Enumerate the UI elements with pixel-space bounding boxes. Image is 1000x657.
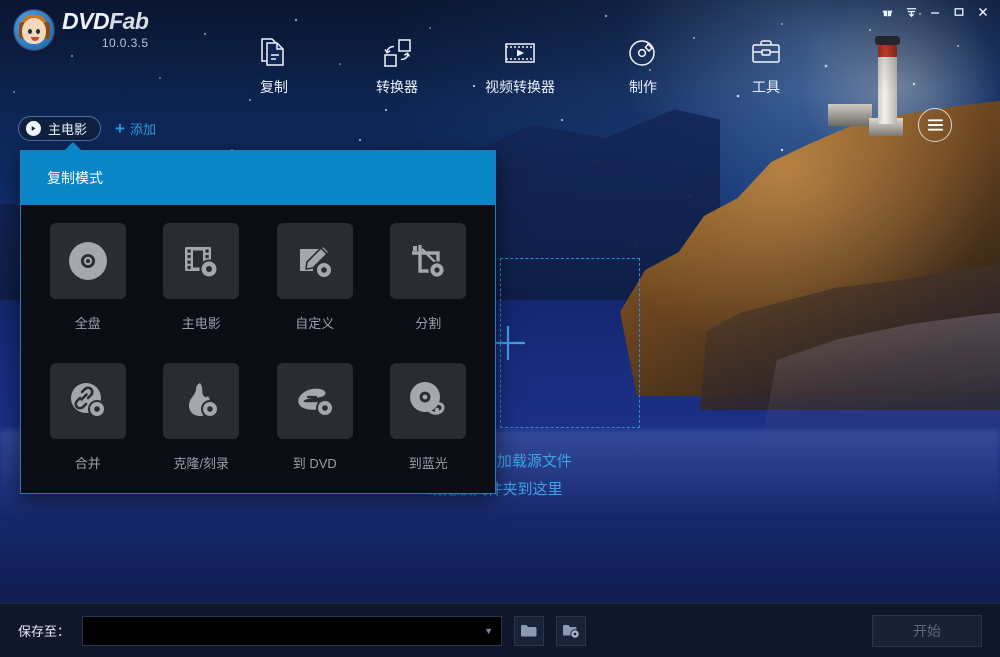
- clone-burn-flame-icon: [163, 363, 240, 439]
- nav-label-copy: 复制: [260, 79, 288, 95]
- converter-icon: [341, 34, 453, 72]
- to-bluray-icon: [390, 363, 467, 439]
- save-to-input[interactable]: [91, 623, 479, 638]
- tab-main-movie-label: 主电影: [48, 122, 88, 137]
- chevron-down-icon[interactable]: ▼: [484, 626, 493, 636]
- nav-label-video-converter: 视频转换器: [485, 79, 555, 95]
- video-converter-icon: [464, 34, 576, 72]
- mode-full-disc[interactable]: 全盘: [31, 223, 145, 363]
- creator-disc-icon: [587, 34, 699, 72]
- mode-to-bluray[interactable]: 到蓝光: [372, 363, 486, 503]
- mode-split[interactable]: 分割: [372, 223, 486, 363]
- app-version: 10.0.3.5: [101, 36, 149, 50]
- nav-item-video-converter[interactable]: 视频转换器: [464, 26, 576, 97]
- nav-label-converter: 转换器: [376, 79, 418, 95]
- mode-main-movie-label: 主电影: [181, 316, 221, 331]
- bottom-toolbar: 保存至： ▼ 开始: [0, 603, 1000, 657]
- mode-full-disc-label: 全盘: [74, 316, 101, 331]
- hamburger-menu-icon[interactable]: [918, 108, 952, 142]
- toolkit-icon: [710, 34, 822, 72]
- main-movie-icon: [163, 223, 240, 299]
- start-button[interactable]: 开始: [872, 614, 982, 647]
- nav-item-creator[interactable]: 制作: [587, 26, 699, 97]
- nav-item-copy[interactable]: 复制: [218, 26, 330, 97]
- download-icon[interactable]: [900, 2, 922, 22]
- mode-clone-burn[interactable]: 克隆/刻录: [145, 363, 259, 503]
- maximize-icon[interactable]: [948, 2, 970, 22]
- panel-pointer: [64, 142, 82, 151]
- copy-mode-panel: 复制模式 全盘 主电影 自定义 分割 合并 克隆/刻录 到 DVD 到蓝光: [20, 142, 496, 494]
- split-crop-icon: [390, 223, 467, 299]
- add-task-button[interactable]: + 添加: [115, 119, 156, 138]
- panel-title: 复制模式: [21, 151, 495, 205]
- mode-merge-label: 合并: [74, 456, 101, 471]
- nav-item-toolkit[interactable]: 工具: [710, 26, 822, 97]
- plus-icon: +: [115, 119, 125, 138]
- save-to-label: 保存至：: [18, 624, 71, 639]
- full-disc-icon: [49, 223, 126, 299]
- mode-to-bluray-label: 到蓝光: [408, 456, 448, 471]
- mode-clone-burn-label: 克隆/刻录: [173, 456, 230, 471]
- to-dvd-icon: [276, 363, 353, 439]
- mode-to-dvd[interactable]: 到 DVD: [258, 363, 372, 503]
- gift-icon[interactable]: [876, 2, 898, 22]
- mode-customize[interactable]: 自定义: [258, 223, 372, 363]
- copy-mode-grid: 全盘 主电影 自定义 分割 合并 克隆/刻录 到 DVD 到蓝光: [21, 205, 495, 513]
- tab-main-movie[interactable]: 主电影: [18, 116, 102, 141]
- play-arrow-icon: [26, 121, 41, 136]
- nav-item-converter[interactable]: 转换器: [341, 26, 453, 97]
- save-to-combobox[interactable]: ▼: [82, 615, 503, 646]
- mode-merge[interactable]: 合并: [31, 363, 145, 503]
- window-controls: [876, 2, 994, 22]
- add-task-label: 添加: [129, 122, 156, 137]
- copy-document-icon: [218, 34, 330, 72]
- main-navigation: 复制 转换器 视频转换器 制作 工具: [210, 26, 830, 102]
- disc-folder-button[interactable]: [556, 615, 587, 646]
- title-bar: [0, 0, 1000, 26]
- customize-pencil-icon: [276, 223, 353, 299]
- nav-label-creator: 制作: [629, 79, 657, 95]
- mode-split-label: 分割: [415, 316, 442, 331]
- browse-folder-button[interactable]: [514, 615, 545, 646]
- mode-main-movie[interactable]: 主电影: [145, 223, 259, 363]
- mode-customize-label: 自定义: [295, 316, 335, 331]
- minimize-icon[interactable]: [924, 2, 946, 22]
- close-icon[interactable]: [972, 2, 994, 22]
- mode-to-dvd-label: 到 DVD: [292, 456, 337, 471]
- tabs-row: 主电影 + 添加: [18, 116, 156, 141]
- merge-link-icon: [49, 363, 126, 439]
- nav-label-toolkit: 工具: [752, 79, 780, 95]
